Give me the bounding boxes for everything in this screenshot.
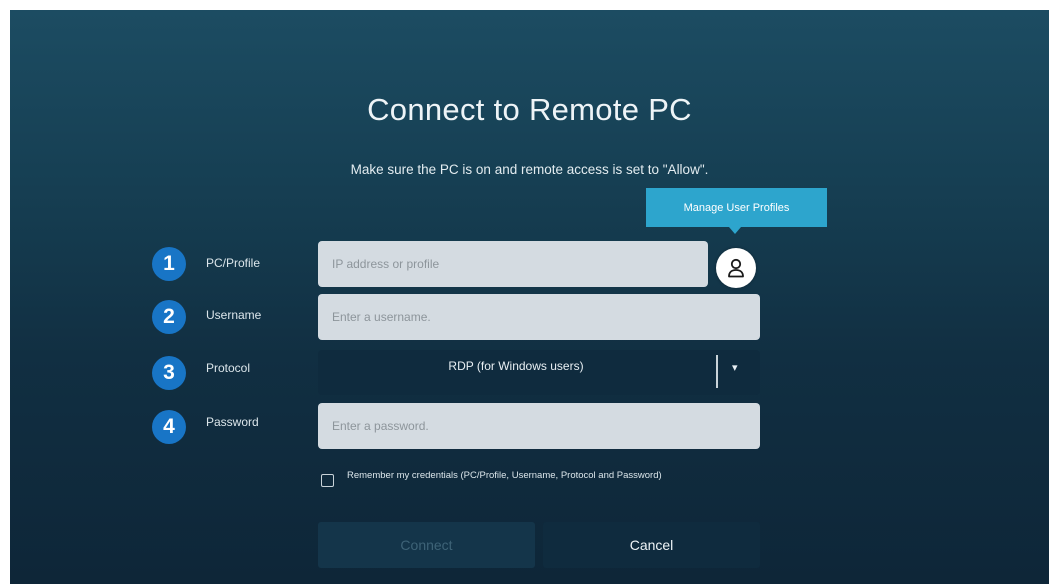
remember-label: Remember my credentials (PC/Profile, Use… <box>347 470 662 481</box>
manage-profiles-button[interactable] <box>716 248 756 288</box>
pc-profile-field[interactable] <box>318 241 708 287</box>
chevron-down-icon[interactable]: ▾ <box>732 361 738 374</box>
user-profile-icon <box>728 258 744 278</box>
password-label: Password <box>206 415 259 429</box>
username-input[interactable] <box>330 309 760 325</box>
connect-button[interactable]: Connect <box>318 522 535 568</box>
protocol-label: Protocol <box>206 361 251 375</box>
password-field[interactable] <box>318 403 760 449</box>
username-label: Username <box>206 308 262 322</box>
step-2-badge: 2 <box>152 300 186 334</box>
pc-profile-label: PC/Profile <box>206 256 261 270</box>
step-1-badge: 1 <box>152 247 186 281</box>
page-subtitle: Make sure the PC is on and remote access… <box>350 162 709 177</box>
pc-profile-input[interactable] <box>330 256 708 272</box>
password-input[interactable] <box>330 418 760 434</box>
username-field[interactable] <box>318 294 760 340</box>
tooltip-arrow <box>729 227 741 234</box>
remote-pc-screen: Connect to Remote PC Make sure the PC is… <box>10 10 1049 584</box>
step-4-badge: 4 <box>152 410 186 444</box>
step-3-badge: 3 <box>152 356 186 390</box>
protocol-value: RDP (for Windows users) <box>448 359 584 373</box>
remember-checkbox[interactable] <box>321 474 334 487</box>
cancel-button[interactable]: Cancel <box>543 522 760 568</box>
protocol-select[interactable]: RDP (for Windows users) ▾ <box>318 350 760 395</box>
page-title: Connect to Remote PC <box>367 92 692 127</box>
select-divider <box>716 355 718 388</box>
manage-profiles-tooltip: Manage User Profiles <box>646 188 827 227</box>
